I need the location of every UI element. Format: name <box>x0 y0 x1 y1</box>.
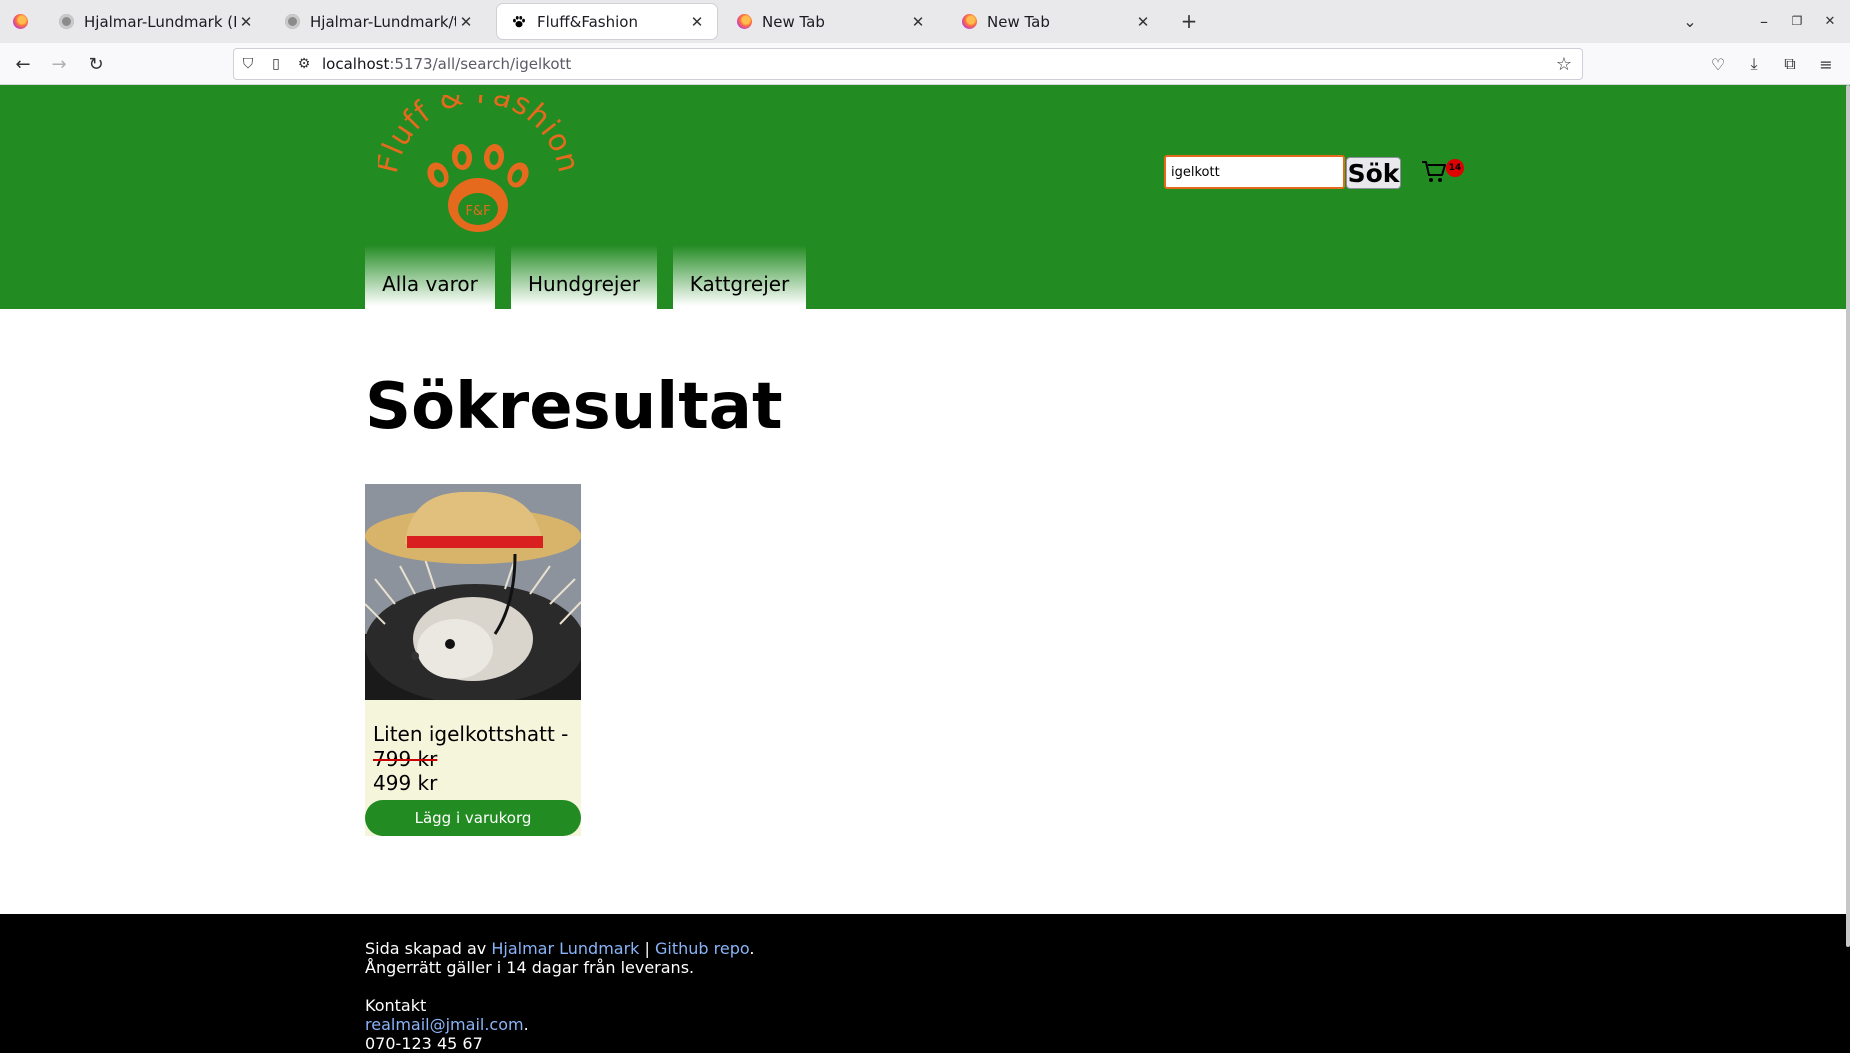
cart-count-badge: 14 <box>1446 159 1464 177</box>
close-icon[interactable]: ✕ <box>1133 13 1153 31</box>
firefox-view-icon[interactable] <box>8 9 32 33</box>
extensions-icon[interactable]: ⧉ <box>1777 51 1803 77</box>
browser-navigation-bar: ← → ↻ ⛉ ▯ ⚙ localhost:5173/all/search/ig… <box>0 43 1850 85</box>
browser-tab[interactable]: Hjalmar-Lundmark (Hjalmar ✕ <box>44 4 266 39</box>
footer-credits: Sida skapad av Hjalmar Lundmark | Github… <box>365 939 754 958</box>
nav-tab-kattgrejer[interactable]: Kattgrejer <box>673 245 806 309</box>
product-image[interactable] <box>365 484 581 700</box>
footer-created-text: Sida skapad av <box>365 939 487 958</box>
reload-icon[interactable]: ↻ <box>83 51 109 77</box>
footer-separator: | <box>644 939 650 958</box>
svg-text:F&F: F&F <box>465 204 490 219</box>
close-icon[interactable]: ✕ <box>908 13 928 31</box>
window-close-icon[interactable]: ✕ <box>1818 9 1842 33</box>
site-footer: Sida skapad av Hjalmar Lundmark | Github… <box>0 914 1850 1053</box>
product-old-price: 799 kr <box>373 747 438 771</box>
tab-title: Fluff&Fashion <box>537 12 638 31</box>
search-input[interactable] <box>1164 155 1345 189</box>
paw-icon <box>511 14 527 30</box>
nav-tab-hundgrejer[interactable]: Hundgrejer <box>511 245 657 309</box>
browser-tab-strip: Hjalmar-Lundmark (Hjalmar ✕ Hjalmar-Lund… <box>0 0 1850 43</box>
page-icon: ▯ <box>272 56 280 72</box>
web-page: Fluff & Fashion F&F Alla varor Hundgreje… <box>0 85 1850 1053</box>
tab-title: New Tab <box>987 12 1050 31</box>
forward-icon[interactable]: → <box>46 51 72 77</box>
contact-heading: Kontakt <box>365 996 427 1015</box>
page-title: Sökresultat <box>365 370 783 444</box>
pocket-icon[interactable]: ♡ <box>1705 51 1731 77</box>
add-to-cart-button[interactable]: Lägg i varukorg <box>365 800 581 836</box>
return-policy-text: Ångerrätt gäller i 14 dagar från leveran… <box>365 958 695 977</box>
firefox-icon <box>961 14 977 30</box>
chevron-down-icon[interactable]: ⌄ <box>1678 9 1702 33</box>
fluff-fashion-logo[interactable]: Fluff & Fashion F&F <box>378 95 578 245</box>
tab-title: New Tab <box>762 12 825 31</box>
author-link[interactable]: Hjalmar Lundmark <box>491 939 639 958</box>
browser-tab[interactable]: New Tab ✕ <box>722 4 938 39</box>
svg-text:Fluff & Fashion: Fluff & Fashion <box>378 95 578 177</box>
browser-tab[interactable]: New Tab ✕ <box>947 4 1163 39</box>
github-repo-link[interactable]: Github repo <box>655 939 749 958</box>
phone-number: 070-123 45 67 <box>365 1034 483 1053</box>
bookmark-star-icon[interactable]: ☆ <box>1556 54 1572 75</box>
search-button[interactable]: Sök <box>1346 157 1401 189</box>
page-scrollbar[interactable] <box>1846 85 1850 947</box>
browser-tab-active[interactable]: Fluff&Fashion ✕ <box>497 4 717 39</box>
url-text[interactable]: localhost:5173/all/search/igelkott <box>322 55 571 73</box>
email-link[interactable]: realmail@jmail.com <box>365 1015 524 1034</box>
site-info-icon[interactable]: ⚙ <box>290 56 318 72</box>
shield-icon[interactable]: ⛉ <box>234 56 262 72</box>
back-icon[interactable]: ← <box>10 51 36 77</box>
product-name: Liten igelkottshatt - <box>373 722 569 746</box>
address-bar[interactable]: ⛉ ▯ ⚙ localhost:5173/all/search/igelkott… <box>233 48 1583 80</box>
nav-tab-alla-varor[interactable]: Alla varor <box>365 245 495 309</box>
tab-title: Hjalmar-Lundmark/te4-sh <box>310 12 456 31</box>
product-card: Liten igelkottshatt - 799 kr 499 kr Lägg… <box>365 484 581 836</box>
github-icon <box>58 14 74 30</box>
minimize-icon[interactable]: – <box>1752 9 1776 33</box>
close-icon[interactable]: ✕ <box>236 13 256 31</box>
close-icon[interactable]: ✕ <box>687 13 707 31</box>
restore-icon[interactable]: ❐ <box>1785 9 1809 33</box>
github-icon <box>284 14 300 30</box>
footer-period: . <box>523 1015 529 1034</box>
firefox-icon <box>736 14 752 30</box>
tab-title: Hjalmar-Lundmark (Hjalmar <box>84 12 236 31</box>
cart-icon[interactable] <box>1420 157 1448 185</box>
site-header: Fluff & Fashion F&F Alla varor Hundgreje… <box>0 85 1850 309</box>
close-icon[interactable]: ✕ <box>456 13 476 31</box>
downloads-icon[interactable]: ⤓ <box>1741 51 1767 77</box>
footer-period: . <box>749 939 755 958</box>
product-price: 499 kr <box>373 771 438 795</box>
menu-icon[interactable]: ≡ <box>1813 51 1839 77</box>
new-tab-icon[interactable]: + <box>1177 9 1201 33</box>
browser-tab[interactable]: Hjalmar-Lundmark/te4-sh ✕ <box>270 4 486 39</box>
